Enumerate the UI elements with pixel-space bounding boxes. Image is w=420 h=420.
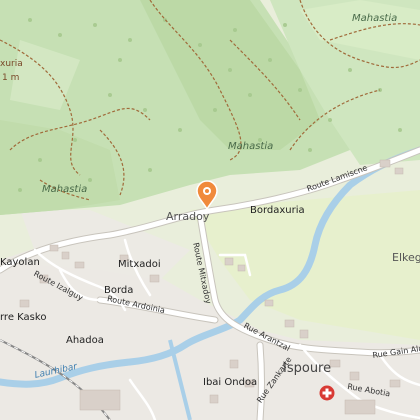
place-label-kasko: rre Kasko [0,312,47,323]
area-label-mahastia-mid: Mahastia [228,141,274,152]
pharmacy-cross-icon[interactable] [319,385,335,401]
place-label-mitxadoi: Mitxadoi [118,259,161,270]
area-label-mahastia-left: Mahastia [42,184,88,195]
place-label-xuria: xuria [0,59,23,69]
place-label-ahadoa: Ahadoa [66,335,104,346]
map-view[interactable]: Mahastia Mahastia Mahastia Elkeg xuria 1… [0,0,420,420]
place-label-bordaxuria: Bordaxuria [250,205,305,216]
place-label-ibai-ondoa: Ibai Ondoa [203,377,258,388]
location-pin-icon[interactable] [196,180,218,211]
place-label-arradoy: Arradoy [166,210,210,223]
area-label-mahastia-top: Mahastia [352,13,398,24]
elevation-label: 1 m [2,73,20,83]
area-label-elkega: Elkeg [392,251,420,264]
place-label-kayolan: Kayolan [0,257,40,268]
